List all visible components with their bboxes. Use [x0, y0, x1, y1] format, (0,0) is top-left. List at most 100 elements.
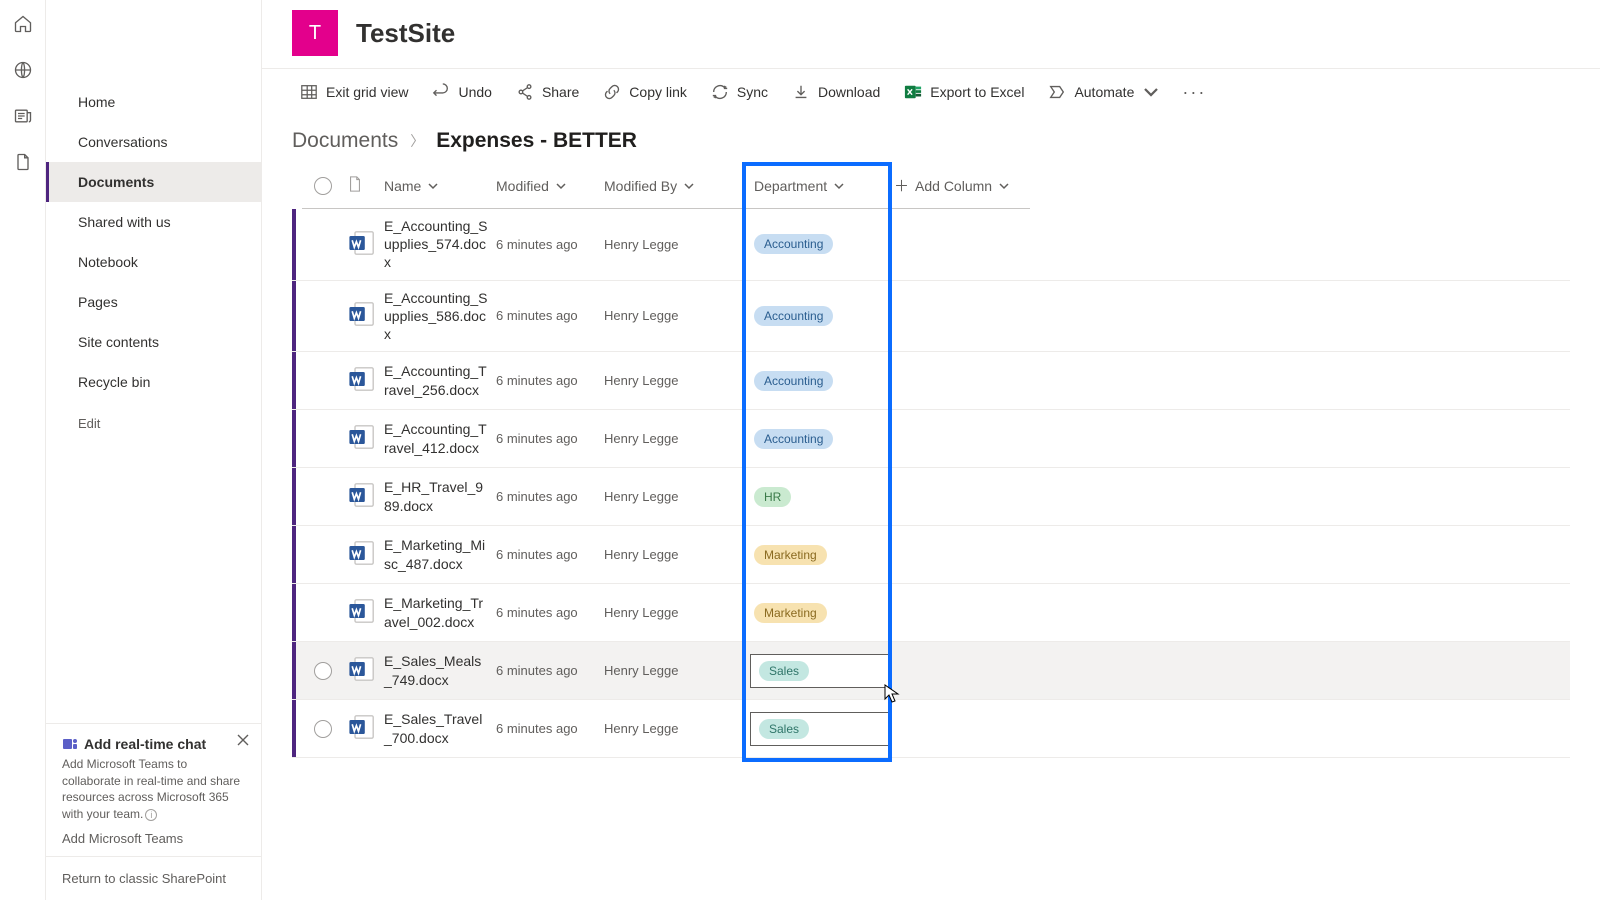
breadcrumb-root[interactable]: Documents	[292, 129, 398, 153]
sync-button[interactable]: Sync	[703, 77, 776, 107]
row-select[interactable]	[302, 596, 344, 630]
file-name[interactable]: E_Sales_Travel_700.docx	[380, 702, 492, 754]
department-cell[interactable]: Marketing	[750, 537, 890, 573]
row-select[interactable]	[302, 654, 344, 688]
download-button[interactable]: Download	[784, 77, 888, 107]
row-select[interactable]	[302, 299, 344, 333]
news-icon[interactable]	[13, 106, 33, 126]
undo-label: Undo	[458, 84, 491, 100]
breadcrumb-current: Expenses - BETTER	[436, 129, 637, 153]
file-type-icon	[344, 292, 380, 339]
table-row[interactable]: E_HR_Travel_989.docx6 minutes agoHenry L…	[292, 468, 1570, 526]
department-pill: Sales	[759, 661, 809, 681]
sidebar-item-site-contents[interactable]: Site contents	[46, 322, 261, 362]
sidebar-item-home[interactable]: Home	[46, 82, 261, 122]
export-excel-button[interactable]: Export to Excel	[896, 77, 1032, 107]
main: T TestSite Exit grid view Undo Share Cop…	[262, 0, 1600, 900]
exit-grid-view-button[interactable]: Exit grid view	[292, 77, 416, 107]
app-rail	[0, 0, 46, 900]
table-row[interactable]: E_Marketing_Travel_002.docx6 minutes ago…	[292, 584, 1570, 642]
sidebar-item-notebook[interactable]: Notebook	[46, 242, 261, 282]
modified-by-cell[interactable]: Henry Legge	[600, 655, 750, 686]
file-name[interactable]: E_Sales_Meals_749.docx	[380, 644, 492, 696]
department-cell[interactable]: Sales	[750, 654, 890, 688]
modified-by-cell[interactable]: Henry Legge	[600, 539, 750, 570]
chevron-down-icon	[1142, 83, 1160, 101]
column-modified-label: Modified	[496, 178, 549, 194]
row-select[interactable]	[302, 422, 344, 456]
modified-by-cell[interactable]: Henry Legge	[600, 597, 750, 628]
department-cell[interactable]: Marketing	[750, 595, 890, 631]
modified-by-cell[interactable]: Henry Legge	[600, 365, 750, 396]
column-name[interactable]: Name	[380, 166, 492, 206]
row-select[interactable]	[302, 227, 344, 261]
row-select[interactable]	[302, 480, 344, 514]
file-name[interactable]: E_Marketing_Misc_487.docx	[380, 528, 492, 580]
table-row[interactable]: E_Accounting_Supplies_586.docx6 minutes …	[292, 281, 1570, 353]
file-type-icon	[344, 705, 380, 752]
share-button[interactable]: Share	[508, 77, 587, 107]
column-modified-by[interactable]: Modified By	[600, 166, 750, 206]
site-tile[interactable]: T	[292, 10, 338, 56]
add-teams-link[interactable]: Add Microsoft Teams	[62, 831, 245, 846]
file-name[interactable]: E_Accounting_Supplies_586.docx	[380, 281, 492, 352]
file-type-icon	[344, 473, 380, 520]
department-cell[interactable]: Accounting	[750, 298, 890, 334]
department-cell[interactable]: Accounting	[750, 421, 890, 457]
table-row[interactable]: E_Accounting_Travel_256.docx6 minutes ag…	[292, 352, 1570, 410]
download-label: Download	[818, 84, 880, 100]
modified-by-cell[interactable]: Henry Legge	[600, 300, 750, 331]
undo-button[interactable]: Undo	[424, 77, 499, 107]
table-row[interactable]: E_Accounting_Travel_412.docx6 minutes ag…	[292, 410, 1570, 468]
department-cell[interactable]: HR	[750, 479, 890, 515]
select-all[interactable]	[302, 165, 344, 207]
file-name[interactable]: E_Accounting_Travel_256.docx	[380, 354, 492, 406]
sidebar-item-conversations[interactable]: Conversations	[46, 122, 261, 162]
table-row[interactable]: E_Sales_Travel_700.docx6 minutes agoHenr…	[292, 700, 1570, 758]
department-cell[interactable]: Accounting	[750, 363, 890, 399]
modified-by-cell[interactable]: Henry Legge	[600, 481, 750, 512]
more-actions-button[interactable]: ···	[1176, 82, 1212, 103]
sidebar-item-pages[interactable]: Pages	[46, 282, 261, 322]
nav-edit-link[interactable]: Edit	[46, 402, 261, 445]
table-row[interactable]: E_Sales_Meals_749.docx6 minutes agoHenry…	[292, 642, 1570, 700]
row-select[interactable]	[302, 538, 344, 572]
sidebar-item-shared-with-us[interactable]: Shared with us	[46, 202, 261, 242]
info-icon[interactable]: i	[145, 809, 157, 821]
automate-button[interactable]: Automate	[1040, 77, 1168, 107]
file-name[interactable]: E_Marketing_Travel_002.docx	[380, 586, 492, 638]
modified-by-cell[interactable]: Henry Legge	[600, 713, 750, 744]
department-cell[interactable]: Accounting	[750, 226, 890, 262]
row-select[interactable]	[302, 712, 344, 746]
table-row[interactable]: E_Accounting_Supplies_574.docx6 minutes …	[292, 209, 1570, 281]
department-pill: Marketing	[754, 603, 827, 623]
files-icon[interactable]	[13, 152, 33, 172]
table-row[interactable]: E_Marketing_Misc_487.docx6 minutes agoHe…	[292, 526, 1570, 584]
column-modified[interactable]: Modified	[492, 166, 600, 206]
department-pill: Accounting	[754, 371, 833, 391]
chevron-down-icon	[683, 180, 695, 192]
column-department[interactable]: Department	[750, 166, 890, 206]
home-icon[interactable]	[13, 14, 33, 34]
modified-cell: 6 minutes ago	[492, 597, 600, 628]
department-cell[interactable]: Sales	[750, 712, 890, 746]
department-pill: Accounting	[754, 234, 833, 254]
row-select[interactable]	[302, 364, 344, 398]
column-type[interactable]	[344, 164, 380, 207]
site-name[interactable]: TestSite	[356, 18, 455, 49]
add-column-label: Add Column	[915, 178, 992, 194]
sidebar-item-documents[interactable]: Documents	[46, 162, 261, 202]
globe-icon[interactable]	[13, 60, 33, 80]
edit-indicator	[292, 209, 296, 280]
copy-link-button[interactable]: Copy link	[595, 77, 695, 107]
modified-by-cell[interactable]: Henry Legge	[600, 229, 750, 260]
modified-cell: 6 minutes ago	[492, 713, 600, 744]
return-classic-link[interactable]: Return to classic SharePoint	[46, 856, 261, 900]
file-name[interactable]: E_Accounting_Supplies_574.docx	[380, 209, 492, 280]
file-name[interactable]: E_Accounting_Travel_412.docx	[380, 412, 492, 464]
add-column-button[interactable]: ＋ Add Column	[890, 163, 1030, 208]
modified-by-cell[interactable]: Henry Legge	[600, 423, 750, 454]
close-icon[interactable]	[235, 732, 251, 748]
file-name[interactable]: E_HR_Travel_989.docx	[380, 470, 492, 522]
sidebar-item-recycle-bin[interactable]: Recycle bin	[46, 362, 261, 402]
